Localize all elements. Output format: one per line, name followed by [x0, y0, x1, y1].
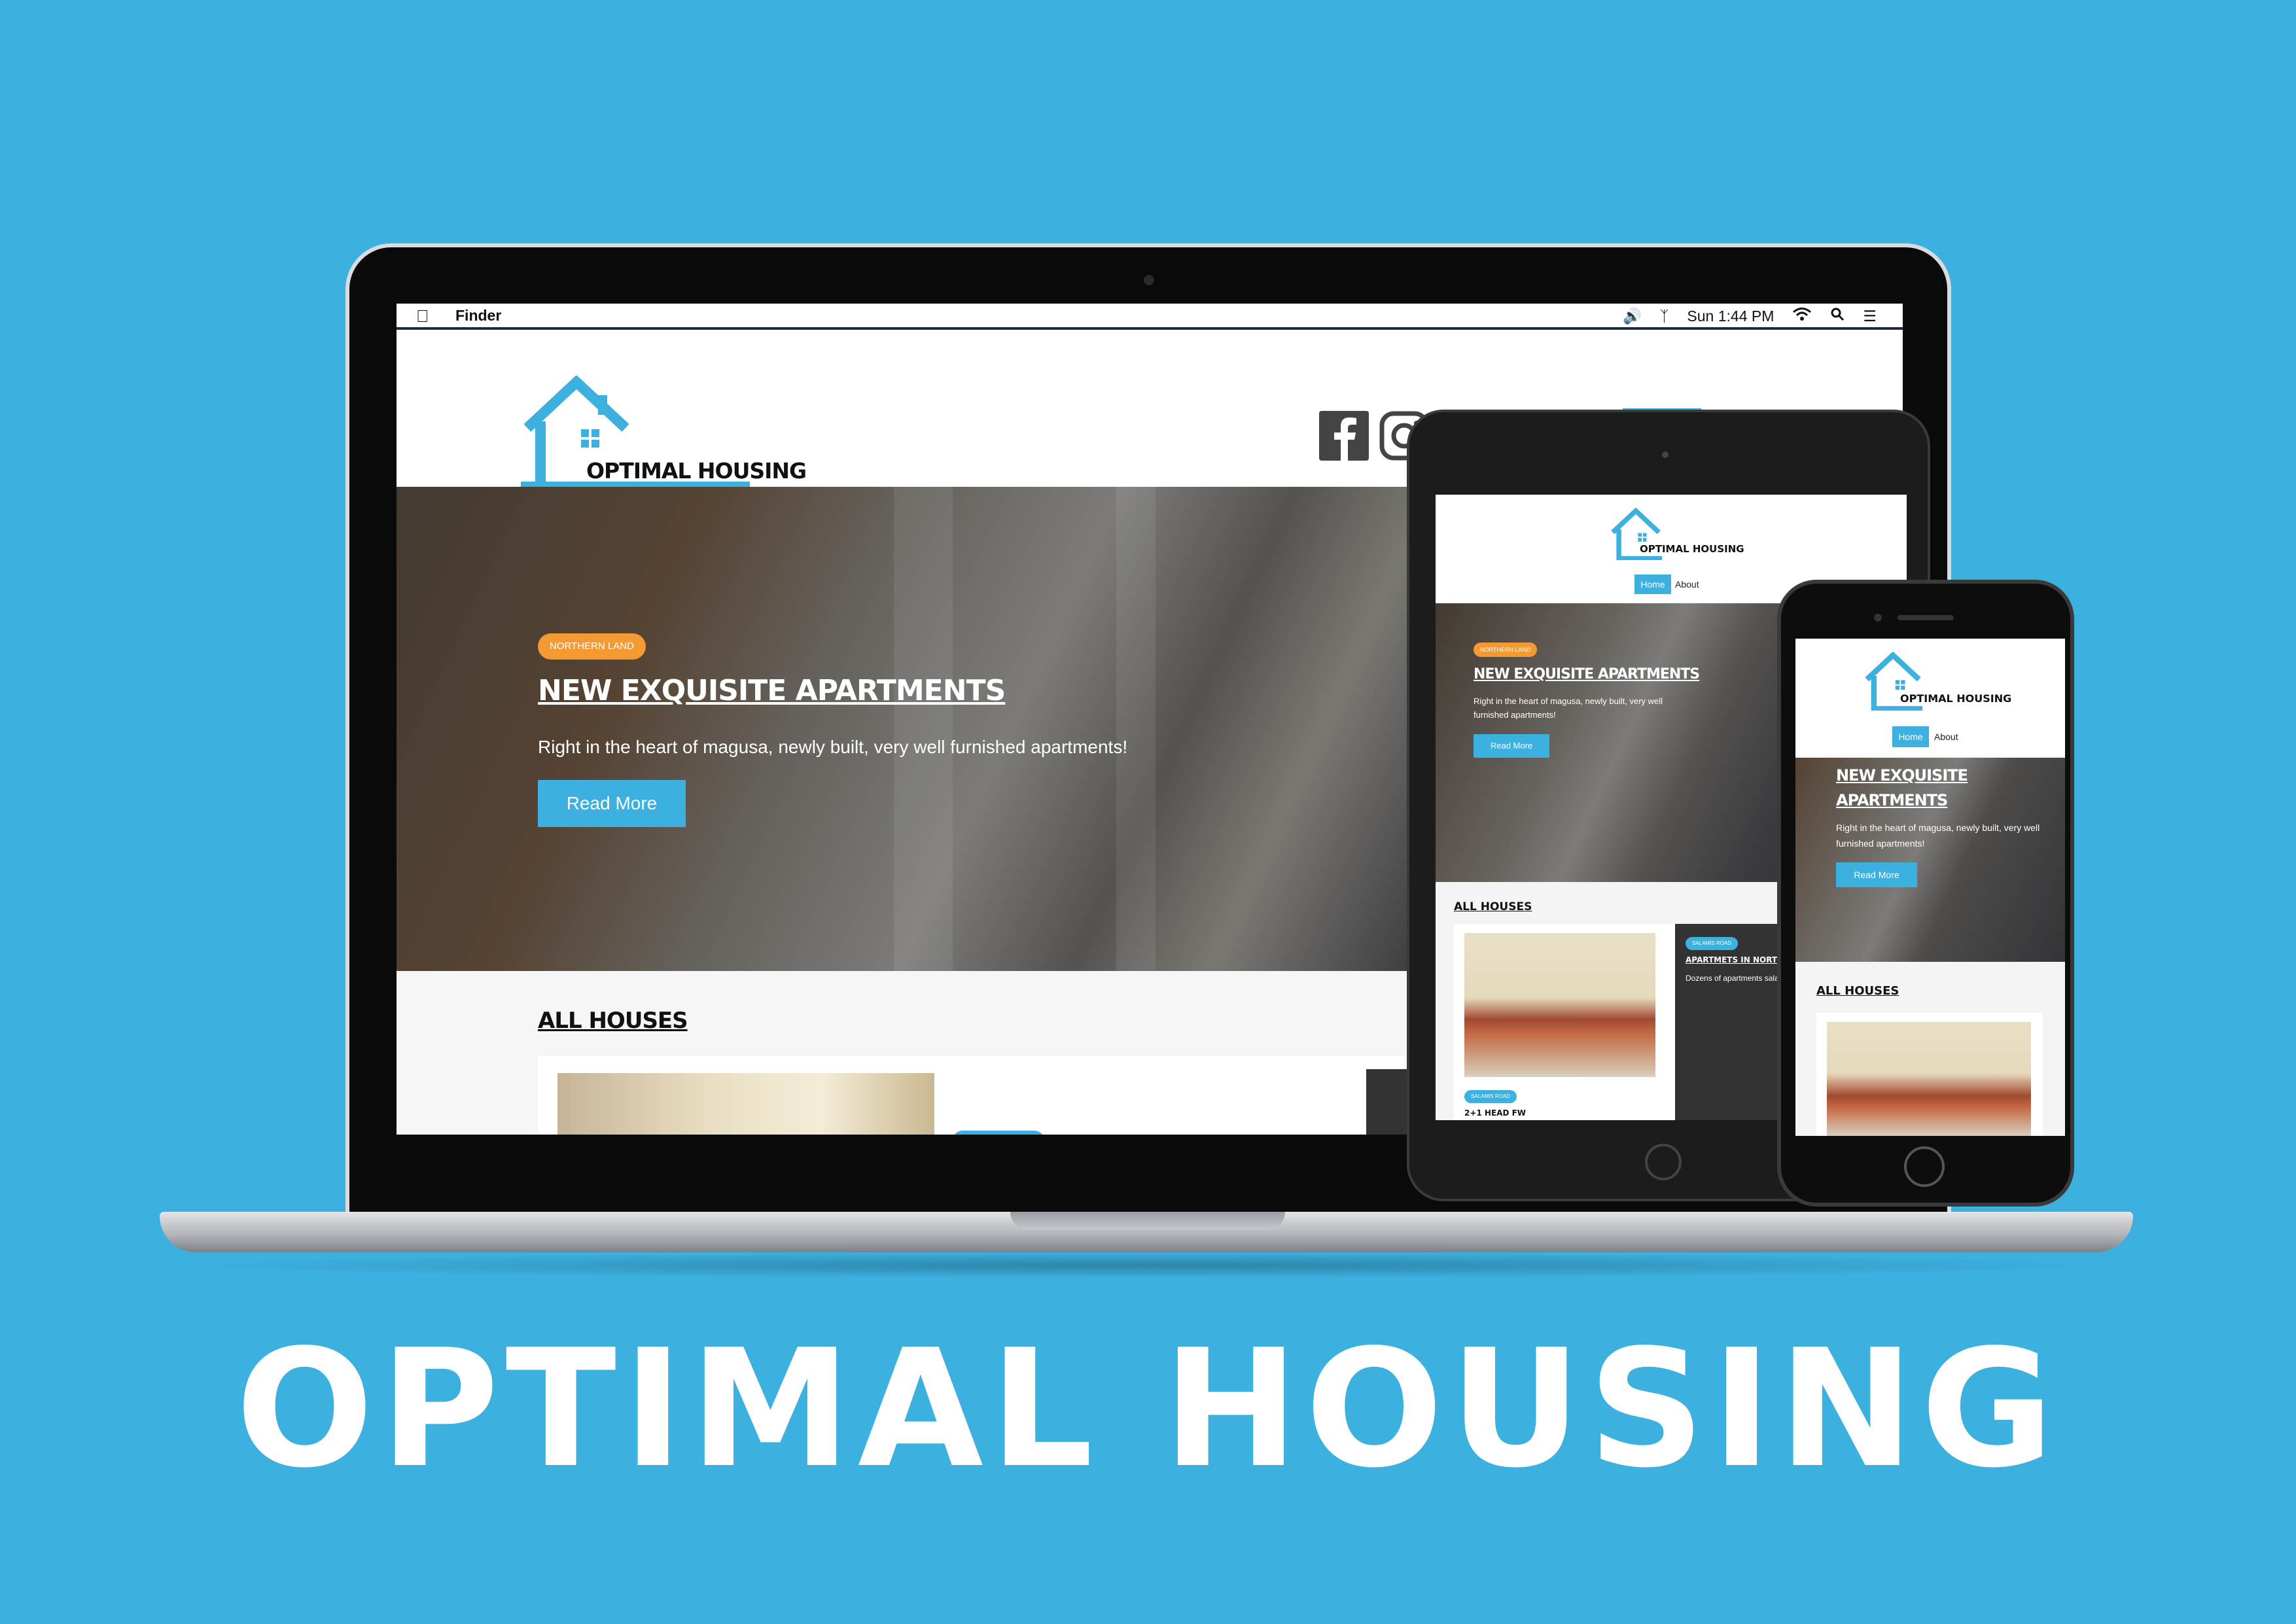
logo-text[interactable]: OPTIMAL HOUSING: [1900, 692, 2011, 705]
laptop-shadow: [183, 1252, 2110, 1279]
apple-icon[interactable]: : [416, 306, 429, 327]
house-category-badge[interactable]: SALAMIS ROAD: [1464, 1090, 1517, 1103]
mac-menubar:  Finder 🔊 ᛉ Sun 1:44 PM ☰: [397, 304, 1903, 330]
volume-icon[interactable]: 🔊: [1623, 308, 1642, 325]
hero-description: Right in the heart of magusa, newly buil…: [1836, 822, 2040, 849]
phone-screen: OPTIMAL HOUSING Home About NEW EXQUISITE…: [1795, 639, 2065, 1136]
hero-title[interactable]: NEW EXQUISITE APARTMENTS: [1474, 666, 1700, 682]
hero-title[interactable]: NEW EXQUISITE APARTMENTS: [1836, 763, 2045, 813]
spotlight-search-icon[interactable]: [1830, 307, 1845, 325]
phone-home-button[interactable]: [1904, 1146, 1945, 1187]
all-houses-title: ALL HOUSES: [538, 1008, 688, 1034]
hero-category-badge[interactable]: NORTHERN LAND: [1474, 643, 1538, 657]
read-more-button[interactable]: Read More: [1474, 734, 1549, 758]
laptop-notch: [1010, 1212, 1285, 1230]
banner-title: OPTIMAL HOUSING: [236, 1315, 2060, 1504]
laptop-camera: [1144, 275, 1154, 285]
menubar-app-name[interactable]: Finder: [455, 307, 501, 325]
menu-list-icon[interactable]: ☰: [1863, 308, 1877, 325]
menubar-clock[interactable]: Sun 1:44 PM: [1687, 308, 1774, 325]
house-category-badge[interactable]: [953, 1131, 1044, 1135]
nav-about[interactable]: About: [1675, 574, 1699, 594]
hero-title[interactable]: NEW EXQUISITE APARTMENTS: [538, 674, 1006, 707]
facebook-icon[interactable]: [1319, 411, 1369, 461]
bluetooth-icon[interactable]: ᛉ: [1660, 308, 1669, 325]
hero-category-badge[interactable]: NORTHERN LAND: [538, 633, 646, 660]
read-more-button[interactable]: Read More: [538, 780, 686, 827]
nav-home[interactable]: Home: [1892, 726, 1929, 747]
hero-description: Right in the heart of magusa, newly buil…: [538, 737, 1128, 757]
tablet-camera: [1662, 451, 1669, 458]
building-column: [894, 487, 953, 971]
house-card-title[interactable]: 2+1 HEAD FW: [1464, 1108, 1526, 1118]
menubar-status: 🔊 ᛉ Sun 1:44 PM ☰: [1623, 307, 1877, 325]
nav-home[interactable]: Home: [1634, 574, 1671, 594]
building-column: [1116, 487, 1156, 971]
house-photo[interactable]: [1827, 1022, 2031, 1136]
all-houses-title: ALL HOUSES: [1816, 984, 1899, 998]
nav-about[interactable]: About: [1934, 726, 1958, 747]
read-more-button[interactable]: Read More: [1836, 862, 1917, 887]
hero-description: Right in the heart of magusa, newly buil…: [1474, 696, 1663, 720]
phone-camera: [1874, 614, 1882, 622]
all-houses-title: ALL HOUSES: [1454, 900, 1532, 913]
wifi-icon[interactable]: [1792, 307, 1812, 325]
tablet-home-button[interactable]: [1645, 1144, 1682, 1180]
logo-text[interactable]: OPTIMAL HOUSING: [1640, 543, 1744, 555]
logo-text[interactable]: OPTIMAL HOUSING: [586, 458, 807, 484]
house-photo[interactable]: [1464, 933, 1655, 1077]
house-photo[interactable]: [557, 1073, 934, 1135]
phone-speaker: [1898, 615, 1954, 620]
house-category-badge[interactable]: SALAMIS ROAD: [1686, 937, 1738, 950]
